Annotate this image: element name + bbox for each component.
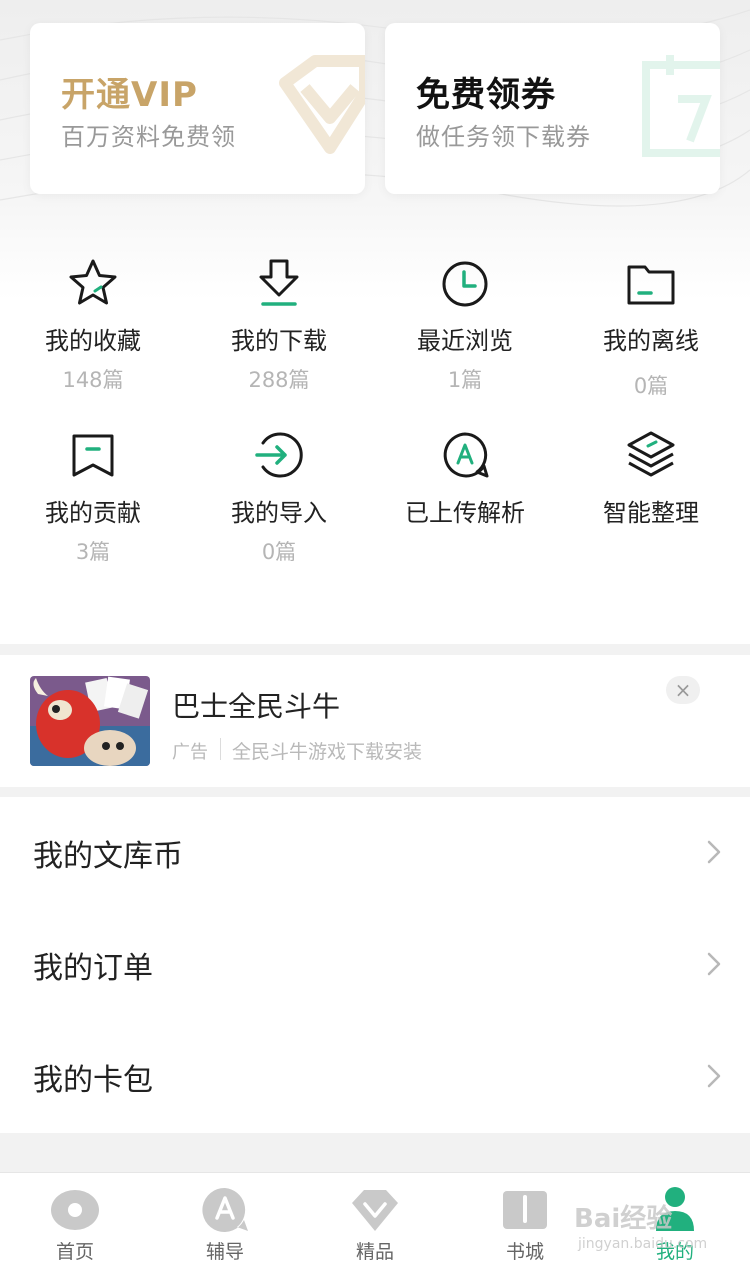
tab-label: 首页 bbox=[55, 1241, 94, 1263]
ad-close-button[interactable]: × bbox=[666, 676, 700, 704]
section-divider bbox=[0, 1133, 750, 1172]
tab-tutor[interactable]: 辅导 bbox=[150, 1173, 300, 1271]
ad-description: 全民斗牛游戏下载安装 bbox=[232, 741, 423, 763]
grid-item-smart-organize[interactable]: 智能整理 bbox=[558, 427, 744, 536]
ad-thumbnail-image bbox=[30, 676, 150, 766]
diamond-icon bbox=[352, 1190, 398, 1231]
clock-icon bbox=[442, 261, 488, 307]
ad-separator bbox=[220, 738, 221, 760]
menu-label: 我的卡包 bbox=[33, 1063, 153, 1098]
grid-item-recent[interactable]: 最近浏览 1篇 bbox=[372, 255, 558, 394]
ad-banner[interactable]: 巴士全民斗牛 广告 全民斗牛游戏下载安装 bbox=[0, 655, 750, 787]
calendar-7-icon bbox=[642, 55, 720, 157]
tab-label: 书城 bbox=[505, 1241, 544, 1263]
grid-count: 148篇 bbox=[62, 368, 124, 392]
chevron-right-icon bbox=[707, 840, 721, 864]
ad-title: 巴士全民斗牛 bbox=[172, 690, 341, 723]
section-divider bbox=[0, 644, 750, 655]
menu-item-wenku-coins[interactable]: 我的文库币 bbox=[0, 797, 750, 909]
grid-count: 0篇 bbox=[633, 374, 669, 398]
download-icon bbox=[259, 259, 299, 306]
grid-item-downloads[interactable]: 我的下载 288篇 bbox=[186, 255, 372, 394]
menu-item-orders[interactable]: 我的订单 bbox=[0, 909, 750, 1021]
grid-label: 已上传解析 bbox=[405, 499, 525, 527]
grid-count: 1篇 bbox=[447, 368, 483, 392]
chevron-right-icon bbox=[707, 1064, 721, 1088]
menu-item-card-wallet[interactable]: 我的卡包 bbox=[0, 1021, 750, 1133]
home-eye-icon bbox=[51, 1190, 99, 1230]
user-icon bbox=[656, 1187, 694, 1231]
layers-icon bbox=[627, 431, 675, 477]
folder-icon bbox=[627, 265, 675, 305]
tab-bookstore[interactable]: 书城 bbox=[450, 1173, 600, 1271]
section-divider bbox=[0, 787, 750, 797]
tutor-a-icon bbox=[202, 1187, 248, 1232]
ad-thumbnail[interactable] bbox=[30, 676, 150, 766]
coupon-title: 免费领券 bbox=[416, 75, 556, 115]
grid-label: 智能整理 bbox=[603, 499, 699, 527]
tab-label: 辅导 bbox=[205, 1241, 244, 1263]
menu-label: 我的文库币 bbox=[33, 839, 183, 874]
grid-label: 我的收藏 bbox=[45, 327, 141, 355]
diamond-icon bbox=[279, 55, 365, 154]
grid-item-contributions[interactable]: 我的贡献 3篇 bbox=[0, 427, 186, 566]
tab-home[interactable]: 首页 bbox=[0, 1173, 150, 1271]
grid-label: 我的导入 bbox=[231, 499, 327, 527]
coupon-subtitle: 做任务领下载券 bbox=[416, 123, 591, 151]
grid-item-offline[interactable]: 我的离线 0篇 bbox=[558, 255, 744, 400]
tab-label: 精品 bbox=[355, 1241, 394, 1263]
import-arrow-icon bbox=[255, 432, 303, 478]
grid-label: 我的贡献 bbox=[45, 499, 141, 527]
chevron-right-icon bbox=[707, 952, 721, 976]
vip-title: 开通VIP bbox=[61, 75, 198, 115]
grid-item-import[interactable]: 我的导入 0篇 bbox=[186, 427, 372, 566]
chat-a-icon bbox=[443, 432, 489, 478]
grid-count: 0篇 bbox=[261, 540, 297, 564]
vip-card[interactable]: 开通VIP 百万资料免费领 bbox=[30, 23, 365, 194]
ad-tag: 广告 bbox=[172, 742, 208, 763]
star-icon bbox=[69, 259, 117, 305]
grid-item-favorites[interactable]: 我的收藏 148篇 bbox=[0, 255, 186, 394]
tab-premium[interactable]: 精品 bbox=[300, 1173, 450, 1271]
book-icon bbox=[503, 1191, 547, 1229]
grid-label: 我的下载 bbox=[231, 327, 327, 355]
vip-subtitle: 百万资料免费领 bbox=[61, 123, 236, 151]
tab-mine[interactable]: 我的 bbox=[600, 1173, 750, 1271]
grid-count: 288篇 bbox=[248, 368, 310, 392]
bookmark-icon bbox=[72, 434, 114, 477]
grid-label: 最近浏览 bbox=[417, 327, 513, 355]
coupon-card[interactable]: 免费领券 做任务领下载券 bbox=[385, 23, 720, 194]
tab-label: 我的 bbox=[655, 1241, 694, 1263]
menu-label: 我的订单 bbox=[33, 951, 153, 986]
bottom-tab-bar: 首页 辅导 精品 书城 我的 bbox=[0, 1172, 750, 1271]
grid-label: 我的离线 bbox=[603, 327, 699, 355]
grid-count: 3篇 bbox=[75, 540, 111, 564]
grid-item-uploaded-analysis[interactable]: 已上传解析 bbox=[372, 427, 558, 536]
